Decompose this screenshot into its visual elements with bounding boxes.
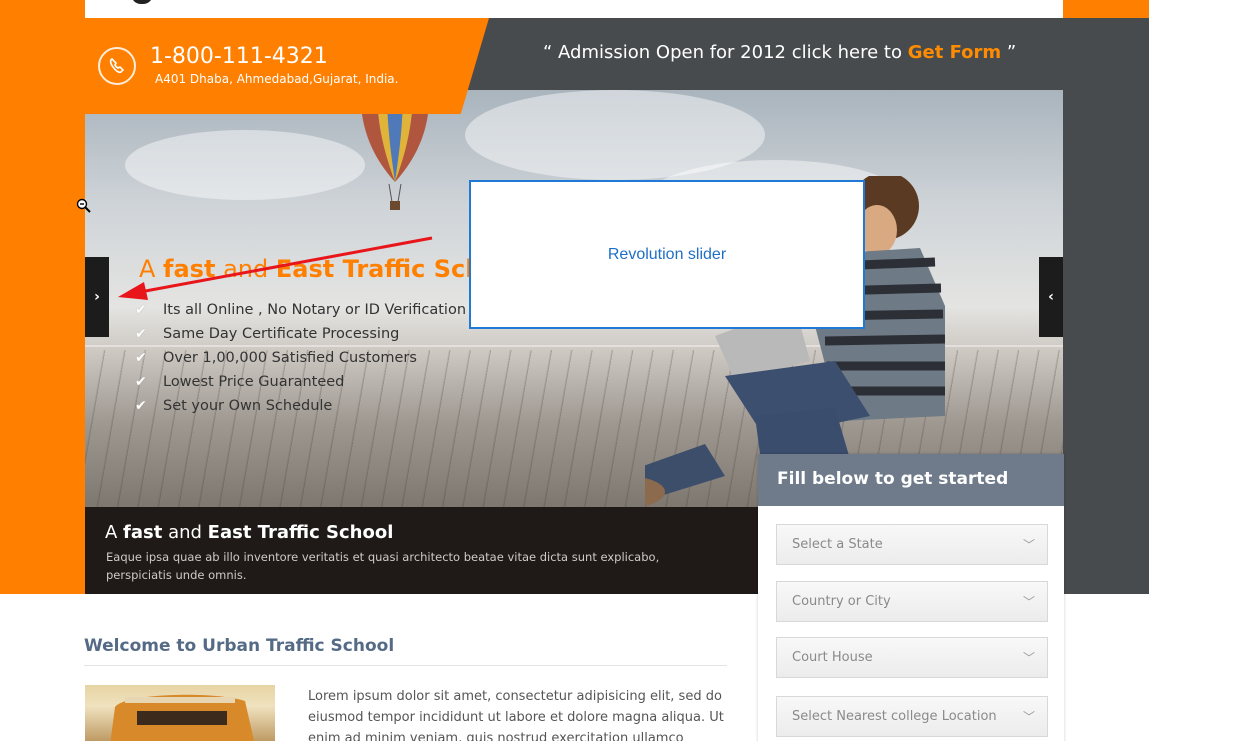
- address-text: A401 Dhaba, Ahmedabad,Gujarat, India.: [155, 72, 399, 86]
- get-form-link[interactable]: Get Form: [908, 42, 1001, 63]
- phone-number[interactable]: 1-800-111-4321: [150, 44, 328, 69]
- city-select-label: Country or City: [792, 594, 891, 609]
- welcome-body: Lorem ipsum dolor sit amet, consectetur …: [308, 689, 724, 741]
- caption-rest: East Traffic School: [207, 522, 394, 543]
- college-location-select[interactable]: Select Nearest college Location ﹀: [776, 696, 1048, 737]
- feature-text: Over 1,00,000 Satisfied Customers: [163, 350, 417, 366]
- slide-title-fast: fast: [163, 255, 216, 283]
- page: 1-800-111-4321 A401 Dhaba, Ahmedabad,Guj…: [0, 0, 1238, 741]
- caption-fast: fast: [123, 522, 163, 543]
- caption-title: A fast and East Traffic School: [105, 522, 393, 543]
- check-icon: ✔: [135, 374, 147, 390]
- admission-banner: “ Admission Open for 2012 click here to …: [489, 18, 1063, 90]
- feature-text: Set your Own Schedule: [163, 398, 333, 414]
- check-icon: ✔: [135, 302, 147, 318]
- state-select[interactable]: Select a State ﹀: [776, 524, 1048, 565]
- college-location-select-label: Select Nearest college Location: [792, 709, 997, 724]
- logo-tagline: [177, 0, 180, 6]
- feature-text: Its all Online , No Notary or ID Verific…: [163, 302, 481, 318]
- city-select[interactable]: Country or City ﹀: [776, 581, 1048, 622]
- welcome-divider: [84, 665, 727, 666]
- chevron-down-icon: ﹀: [1022, 710, 1035, 724]
- admission-text: “ Admission Open for 2012 click here to …: [543, 42, 1016, 63]
- phone-glyph: [109, 58, 125, 74]
- check-icon: ✔: [135, 326, 147, 342]
- court-house-select-label: Court House: [792, 650, 873, 665]
- list-item: ✔ Same Day Certificate Processing: [135, 322, 481, 346]
- slider-next-button[interactable]: ›: [85, 257, 109, 337]
- chevron-down-icon: ﹀: [1022, 538, 1035, 552]
- feature-text: Same Day Certificate Processing: [163, 326, 400, 342]
- cloud-shape: [125, 130, 365, 200]
- slide-title-rest: East Traffic Sch: [275, 255, 483, 283]
- check-icon: ✔: [135, 398, 147, 414]
- list-item: ✔ Its all Online , No Notary or ID Verifi…: [135, 298, 481, 322]
- zoom-out-cursor-icon: [76, 198, 91, 213]
- bus-graphic: [110, 694, 255, 741]
- annotation-label: Revolution slider: [607, 245, 727, 263]
- slide-title-a: A: [139, 255, 164, 283]
- list-item: ✔ Over 1,00,000 Satisfied Customers: [135, 346, 481, 370]
- feature-text: Lowest Price Guaranteed: [163, 374, 345, 390]
- caption-and: and: [162, 522, 208, 543]
- state-select-label: Select a State: [792, 537, 883, 552]
- form-title: Fill below to get started: [758, 454, 1064, 506]
- slide-title: A fast and East Traffic Sch: [139, 255, 482, 283]
- list-item: ✔ Lowest Price Guaranteed: [135, 370, 481, 394]
- admission-prefix: “ Admission Open for 2012 click here to: [543, 42, 908, 63]
- phone-icon: [98, 47, 136, 85]
- signup-form: Fill below to get started Select a State…: [758, 454, 1064, 741]
- caption-text: Eaque ipsa quae ab illo inventore verita…: [106, 550, 660, 582]
- feature-list: ✔ Its all Online , No Notary or ID Verifi…: [135, 298, 481, 418]
- admission-suffix: ”: [1001, 42, 1017, 63]
- contact-panel: 1-800-111-4321 A401 Dhaba, Ahmedabad,Guj…: [85, 18, 489, 114]
- list-item: ✔ Set your Own Schedule: [135, 394, 481, 418]
- chevron-down-icon: ﹀: [1022, 595, 1035, 609]
- bus-image: [85, 685, 275, 741]
- welcome-heading: Welcome to Urban Traffic School: [84, 636, 395, 656]
- logo-bar: [85, 0, 1063, 18]
- slider-prev-button[interactable]: ‹: [1039, 257, 1063, 337]
- court-house-select[interactable]: Court House ﹀: [776, 637, 1048, 678]
- annotation-box: Revolution slider: [469, 180, 865, 329]
- chevron-down-icon: ﹀: [1022, 651, 1035, 665]
- slide-title-and: and: [215, 255, 276, 283]
- check-icon: ✔: [135, 350, 147, 366]
- caption-a: A: [105, 522, 124, 543]
- logo-icon[interactable]: [131, 0, 153, 4]
- slide-caption: A fast and East Traffic School Eaque ips…: [85, 507, 758, 594]
